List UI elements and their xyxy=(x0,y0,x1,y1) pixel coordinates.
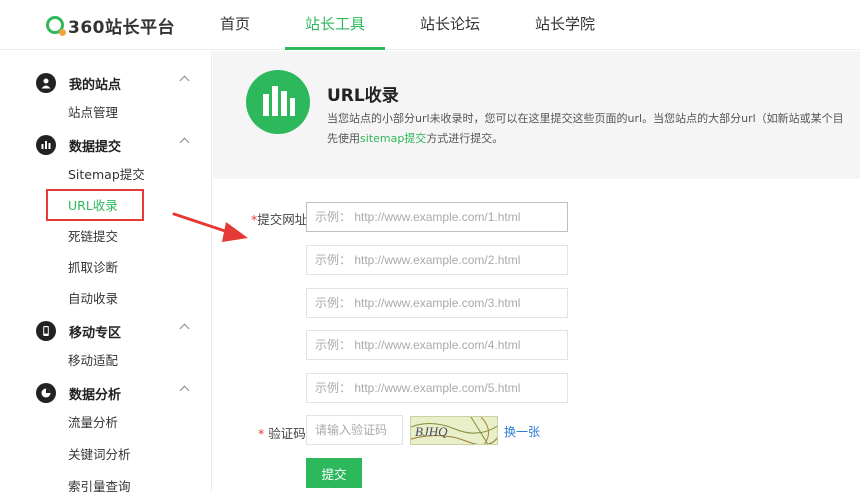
chevron-up-icon[interactable] xyxy=(179,323,190,334)
refresh-captcha-link[interactable]: 换一张 xyxy=(504,423,540,440)
sidebar-group-title: 我的站点 xyxy=(69,77,122,93)
logo-ring-icon xyxy=(46,16,66,36)
sidebar-item-deadlink-submit[interactable]: 死链提交 xyxy=(68,227,118,247)
url-input-4[interactable] xyxy=(306,330,568,360)
url-input-5[interactable] xyxy=(306,373,568,403)
nav-item-home[interactable]: 首页 xyxy=(200,0,270,50)
main-nav: 首页 站长工具 站长论坛 站长学院 xyxy=(200,0,615,50)
url-input-1[interactable] xyxy=(306,202,568,232)
sidebar-item-site-management[interactable]: 站点管理 xyxy=(68,103,118,123)
site-logo[interactable]: 360站长平台 xyxy=(46,12,175,38)
description-line: 当您站点的小部分url未收录时，您可以在这里提交这些页面的url。当您站点的大部… xyxy=(327,112,844,125)
nav-item-webmaster-tools[interactable]: 站长工具 xyxy=(285,0,386,50)
sidebar: 我的站点 站点管理 数据提交 Sitemap提交 URL收录 死链提交 抓取诊断… xyxy=(0,51,212,492)
sidebar-group-title: 数据分析 xyxy=(69,387,122,403)
chevron-up-icon[interactable] xyxy=(179,137,190,148)
sidebar-item-crawl-diagnosis[interactable]: 抓取诊断 xyxy=(68,258,118,278)
description-line: 先使用sitemap提交方式进行提交。 xyxy=(327,129,860,149)
bar-chart-icon xyxy=(246,70,310,134)
submit-button[interactable]: 提交 xyxy=(306,458,362,488)
user-icon xyxy=(36,73,56,93)
description-text: 方式进行提交。 xyxy=(426,132,504,145)
captcha-image[interactable]: BJHQ xyxy=(410,416,498,445)
url-label-text: 提交网址 xyxy=(257,212,308,227)
captcha-label-text: 验证码 xyxy=(268,426,306,441)
sidebar-group-my-sites[interactable]: 我的站点 xyxy=(36,71,196,95)
url-field-label: *提交网址 xyxy=(251,209,307,228)
sidebar-item-url-submit[interactable]: URL收录 xyxy=(68,196,118,216)
sidebar-group-title: 数据提交 xyxy=(69,139,122,155)
sidebar-item-index-query[interactable]: 索引量查询 xyxy=(68,477,131,492)
sidebar-item-mobile-adapt[interactable]: 移动适配 xyxy=(68,351,118,371)
page-title: URL收录 xyxy=(327,86,399,106)
page-description: 当您站点的小部分url未收录时，您可以在这里提交这些页面的url。当您站点的大部… xyxy=(327,109,860,149)
captcha-field-label: * 验证码 xyxy=(258,423,306,442)
sidebar-item-sitemap-submit[interactable]: Sitemap提交 xyxy=(68,165,145,185)
logo-text: 360站长平台 xyxy=(68,17,175,38)
nav-item-academy[interactable]: 站长学院 xyxy=(515,0,615,50)
sidebar-group-title: 移动专区 xyxy=(69,325,122,341)
description-text: 先使用 xyxy=(327,132,360,145)
captcha-input[interactable] xyxy=(306,415,403,445)
pie-chart-icon xyxy=(36,383,56,403)
mobile-icon xyxy=(36,321,56,341)
sidebar-item-traffic-analysis[interactable]: 流量分析 xyxy=(68,413,118,433)
sidebar-item-auto-submit[interactable]: 自动收录 xyxy=(68,289,118,309)
info-banner: URL收录 当您站点的小部分url未收录时，您可以在这里提交这些页面的url。当… xyxy=(213,51,860,179)
sidebar-group-data-submit[interactable]: 数据提交 xyxy=(36,133,196,157)
annotation-arrow-icon xyxy=(172,212,248,242)
required-mark: * xyxy=(258,426,265,441)
captcha-text: BJHQ xyxy=(415,424,448,439)
chevron-up-icon[interactable] xyxy=(179,75,190,86)
sidebar-group-mobile[interactable]: 移动专区 xyxy=(36,319,196,343)
sidebar-item-keyword-analysis[interactable]: 关键词分析 xyxy=(68,445,131,465)
bar-chart-icon xyxy=(36,135,56,155)
chevron-up-icon[interactable] xyxy=(179,385,190,396)
top-navigation-bar: 360站长平台 首页 站长工具 站长论坛 站长学院 xyxy=(0,0,860,50)
nav-item-forum[interactable]: 站长论坛 xyxy=(400,0,500,50)
sidebar-group-data-analysis[interactable]: 数据分析 xyxy=(36,381,196,405)
url-input-3[interactable] xyxy=(306,288,568,318)
url-input-2[interactable] xyxy=(306,245,568,275)
sitemap-submit-link[interactable]: sitemap提交 xyxy=(360,132,426,145)
